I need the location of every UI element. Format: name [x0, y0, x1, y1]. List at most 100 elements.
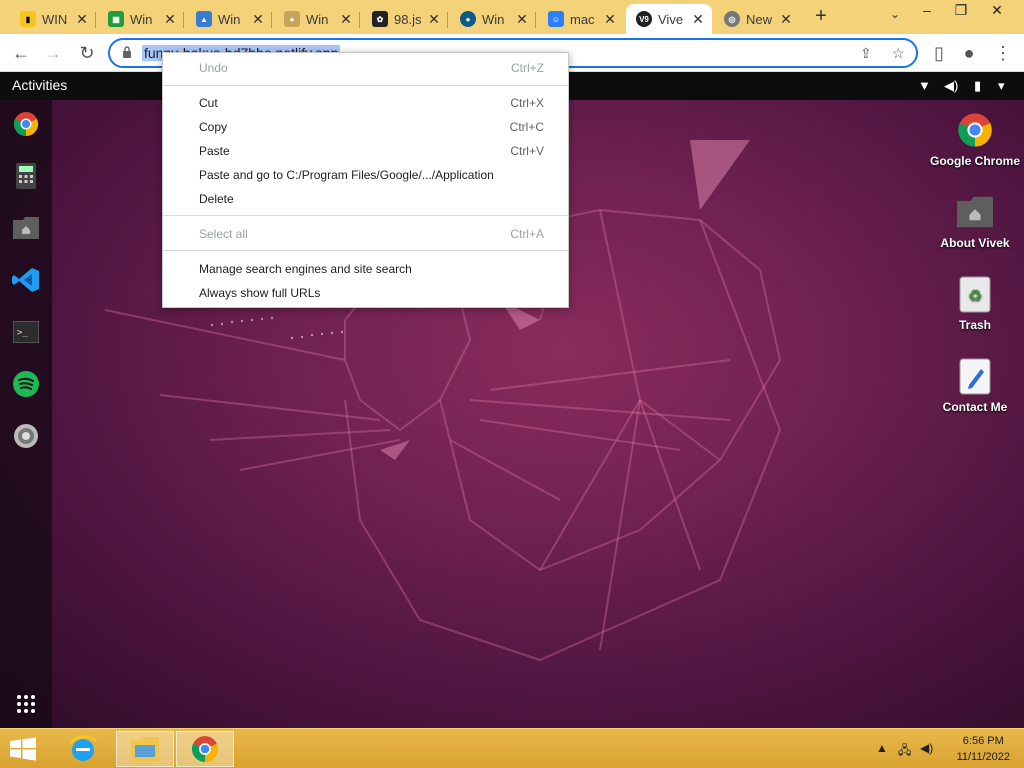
imdb-icon: ▮	[20, 11, 36, 27]
desktop-icon-label: Google Chrome	[929, 154, 1020, 168]
svg-text:♻: ♻	[968, 286, 982, 305]
tab-title: Win	[482, 11, 505, 27]
desktop-icon-contact-me[interactable]: Contact Me	[925, 356, 1024, 414]
battery-icon[interactable]: ▮	[974, 78, 981, 94]
chrome-icon[interactable]	[10, 108, 42, 140]
menu-item-paste[interactable]: Paste Ctrl+V	[163, 140, 568, 162]
close-icon[interactable]: ✕	[778, 11, 794, 28]
profile-avatar-icon[interactable]: ●	[956, 40, 982, 66]
home-folder-icon	[957, 192, 993, 232]
menu-item-manage-search-engines[interactable]: Manage search engines and site search	[163, 258, 568, 280]
chrome-icon	[957, 110, 993, 150]
tab-vivek-active[interactable]: V9 Vive ✕	[626, 4, 712, 34]
menu-item-delete[interactable]: Delete	[163, 188, 568, 210]
side-panel-icon[interactable]: ▯	[926, 40, 952, 66]
tray-expand-icon[interactable]: ▲	[876, 741, 888, 755]
reload-icon[interactable]: ↻	[74, 40, 100, 66]
close-icon[interactable]: ✕	[690, 11, 706, 28]
close-icon[interactable]: ✕	[250, 11, 266, 28]
desktop-icon-label: About Vivek	[940, 236, 1010, 250]
menu-item-select-all[interactable]: Select all Ctrl+A	[163, 223, 568, 245]
windows-taskbar: ▲ 🖧 ◀) 6:56 PM 11/11/2022	[0, 728, 1024, 768]
back-arrow-icon[interactable]: ←	[8, 40, 34, 66]
tab-new[interactable]: ◎ New ✕	[714, 4, 800, 34]
bookmark-star-icon[interactable]: ☆	[892, 45, 905, 62]
close-icon[interactable]: ✕	[338, 11, 354, 28]
file-explorer-icon[interactable]	[116, 731, 174, 767]
close-icon[interactable]: ✕	[426, 11, 442, 28]
wifi-icon[interactable]: ▼	[918, 78, 931, 93]
home-folder-icon[interactable]	[10, 212, 42, 244]
text-editor-icon	[957, 356, 993, 396]
spotify-icon[interactable]	[10, 368, 42, 400]
trash-icon: ♻	[957, 274, 993, 314]
close-icon[interactable]: ✕	[602, 11, 618, 28]
close-icon[interactable]: ✕	[514, 11, 530, 28]
activities-button[interactable]: Activities	[12, 77, 67, 93]
lock-icon	[123, 46, 131, 58]
volume-icon[interactable]: ◀)	[944, 78, 958, 94]
menu-item-always-show-full-urls[interactable]: Always show full URLs	[163, 282, 568, 304]
menu-item-undo[interactable]: Undo Ctrl+Z	[163, 57, 568, 79]
svg-text:>_: >_	[17, 328, 28, 338]
tab-title: Win	[306, 11, 329, 27]
tab-strip: ▮ WIN ✕ ▦ Win ✕ ▲ Win ✕ ● Win ✕ ✿ 98.js …	[0, 0, 1024, 34]
photo-icon: ▲	[196, 11, 212, 27]
tab-title: mac	[570, 11, 595, 27]
system-menu-chevron-icon[interactable]: ▾	[998, 78, 1005, 94]
app-grid-icon[interactable]	[10, 688, 42, 720]
internet-explorer-icon[interactable]	[54, 731, 112, 767]
close-icon[interactable]: ✕	[162, 11, 178, 28]
menu-kebab-icon[interactable]: ⋮	[990, 40, 1016, 66]
spreadsheet-icon: ▦	[108, 11, 124, 27]
taskbar-clock[interactable]: 6:56 PM 11/11/2022	[957, 733, 1010, 765]
tab-title: Win	[218, 11, 241, 27]
share-icon[interactable]: ⇪	[860, 45, 872, 62]
tab-search-chevron-icon[interactable]: ⌄	[890, 7, 900, 21]
chrome-icon[interactable]	[176, 731, 234, 767]
minimize-button[interactable]: –	[912, 2, 942, 22]
network-icon[interactable]: 🖧	[898, 741, 911, 762]
tab-title: 98.js	[394, 11, 422, 27]
tab-title: Win	[130, 11, 153, 27]
tab-imdb[interactable]: ▮ WIN ✕	[10, 4, 96, 34]
tab-title: New	[746, 11, 773, 27]
speaker-icon[interactable]: ◀)	[920, 741, 933, 755]
terminal-icon[interactable]: >_	[10, 316, 42, 348]
menu-divider	[163, 250, 568, 251]
menu-item-cut[interactable]: Cut Ctrl+X	[163, 92, 568, 114]
vscode-icon[interactable]	[10, 264, 42, 296]
tab-win[interactable]: ● Win ✕	[450, 4, 536, 34]
url-context-menu: Undo Ctrl+Z Cut Ctrl+X Copy Ctrl+C Paste…	[162, 52, 569, 308]
window-close-button[interactable]: ✕	[982, 2, 1012, 22]
clock-time: 6:56 PM	[962, 735, 1004, 747]
desktop-icon-about-vivek[interactable]: About Vivek	[925, 192, 1024, 250]
menu-item-copy[interactable]: Copy Ctrl+C	[163, 116, 568, 138]
tab-mac[interactable]: ☺ mac ✕	[538, 4, 624, 34]
chrome-icon: ◎	[724, 11, 740, 27]
tab-title: Vive	[658, 11, 684, 27]
desktop-icon-label: Trash	[958, 318, 991, 332]
finder-icon: ☺	[548, 11, 564, 27]
windows-start-icon[interactable]	[8, 737, 38, 761]
app-98-icon: ✿	[372, 11, 388, 27]
new-tab-button[interactable]: +	[810, 6, 832, 28]
ubuntu-dock: >_	[0, 100, 52, 728]
desktop-icon-label: Contact Me	[942, 400, 1008, 414]
calculator-icon[interactable]	[10, 160, 42, 192]
doge-icon: ●	[284, 11, 300, 27]
clock-date: 11/11/2022	[956, 751, 1010, 763]
desktop-icon-google-chrome[interactable]: Google Chrome	[925, 110, 1024, 168]
desktop-icon-trash[interactable]: ♻ Trash	[925, 274, 1024, 332]
close-icon[interactable]: ✕	[74, 11, 90, 28]
tab-photo[interactable]: ▲ Win ✕	[186, 4, 272, 34]
forward-arrow-icon[interactable]: →	[40, 40, 66, 66]
tab-doge[interactable]: ● Win ✕	[274, 4, 360, 34]
menu-item-paste-and-go[interactable]: Paste and go to C:/Program Files/Google/…	[163, 164, 568, 186]
win-icon: ●	[460, 11, 476, 27]
settings-icon[interactable]	[10, 420, 42, 452]
tab-title: WIN	[42, 11, 68, 27]
tab-98js[interactable]: ✿ 98.js ✕	[362, 4, 448, 34]
maximize-button[interactable]: ❐	[946, 2, 976, 22]
tab-spreadsheet[interactable]: ▦ Win ✕	[98, 4, 184, 34]
